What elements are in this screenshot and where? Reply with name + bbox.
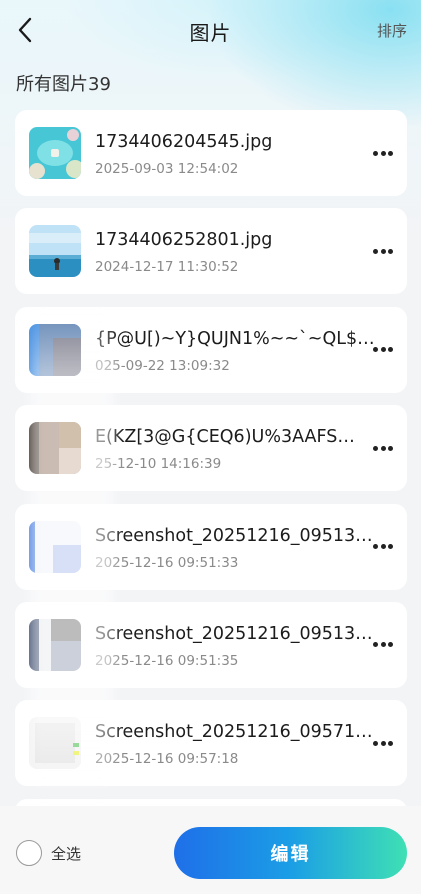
bottom-action-bar: 全选 编辑 <box>0 806 421 894</box>
edit-button[interactable]: 编辑 <box>174 827 407 879</box>
thumbnail-screenshot <box>29 717 81 770</box>
chevron-left-icon <box>18 17 32 43</box>
back-button[interactable] <box>10 14 40 46</box>
more-options-button[interactable] <box>373 738 393 748</box>
page-title: 图片 <box>189 20 232 45</box>
file-name: 1734406204545.jpg <box>95 132 273 152</box>
thumbnail-screenshot <box>29 618 81 671</box>
list-item[interactable]: Screenshot_20251216_09571… 2025-12-16 09… <box>15 700 407 787</box>
top-bar: 图片 排序 <box>0 0 421 62</box>
file-name: E(KZ[3@G{CEQ6)U%3AAFS… <box>95 427 355 448</box>
thumbnail-blurred <box>29 422 81 475</box>
select-all-radio[interactable] <box>16 840 42 866</box>
thumbnail-blurred <box>29 323 81 376</box>
more-options-button[interactable] <box>373 246 393 256</box>
list-item[interactable]: 1734406204545.jpg 2025-09-03 12:54:02 <box>15 110 407 196</box>
thumbnail-screenshot <box>29 520 81 573</box>
thumbnail-sea <box>29 225 81 278</box>
file-name: 1734406252801.jpg <box>95 230 273 251</box>
sort-button[interactable]: 排序 <box>377 20 407 41</box>
file-name: Screenshot_20251216_09513… <box>95 525 373 546</box>
file-date: 2025-12-16 09:57:18 <box>95 751 239 768</box>
more-options-button[interactable] <box>373 443 393 453</box>
more-options-button[interactable] <box>373 148 393 158</box>
list-item[interactable]: E(KZ[3@G{CEQ6)U%3AAFS… 25-12-10 14:16:39 <box>15 405 407 492</box>
list-item[interactable]: Screenshot_20251216_09513… 2025-12-16 09… <box>15 503 407 590</box>
thumbnail-beach <box>29 127 81 179</box>
image-count: 所有图片39 <box>16 74 111 95</box>
file-name: Screenshot_20251216_09513… <box>95 623 373 644</box>
list-item[interactable]: 1734406252801.jpg 2024-12-17 11:30:52 <box>15 208 407 295</box>
list-item[interactable]: Screenshot_20251216_09513… 2025-12-16 09… <box>15 601 407 688</box>
file-date: 25-12-10 14:16:39 <box>95 456 222 473</box>
select-all-label: 全选 <box>51 844 82 863</box>
more-options-button[interactable] <box>373 345 393 355</box>
file-date: 2025-12-16 09:51:35 <box>95 652 239 669</box>
file-date: 025-09-22 13:09:32 <box>95 357 230 374</box>
file-name: {P@U[)~Y}QUJN1%~~`~QL$7… <box>95 328 375 349</box>
file-date: 2024-12-17 11:30:52 <box>95 259 239 276</box>
select-all-toggle[interactable]: 全选 <box>16 840 81 866</box>
file-name: Screenshot_20251216_09571… <box>95 722 373 743</box>
image-list: 1734406204545.jpg 2025-09-03 12:54:02 17… <box>15 110 407 851</box>
more-options-button[interactable] <box>373 640 393 650</box>
file-date: 2025-09-03 12:54:02 <box>95 161 239 177</box>
more-options-button[interactable] <box>373 542 393 552</box>
list-item[interactable]: {P@U[)~Y}QUJN1%~~`~QL$7… 025-09-22 13:09… <box>15 306 407 393</box>
file-date: 2025-12-16 09:51:33 <box>95 554 239 571</box>
